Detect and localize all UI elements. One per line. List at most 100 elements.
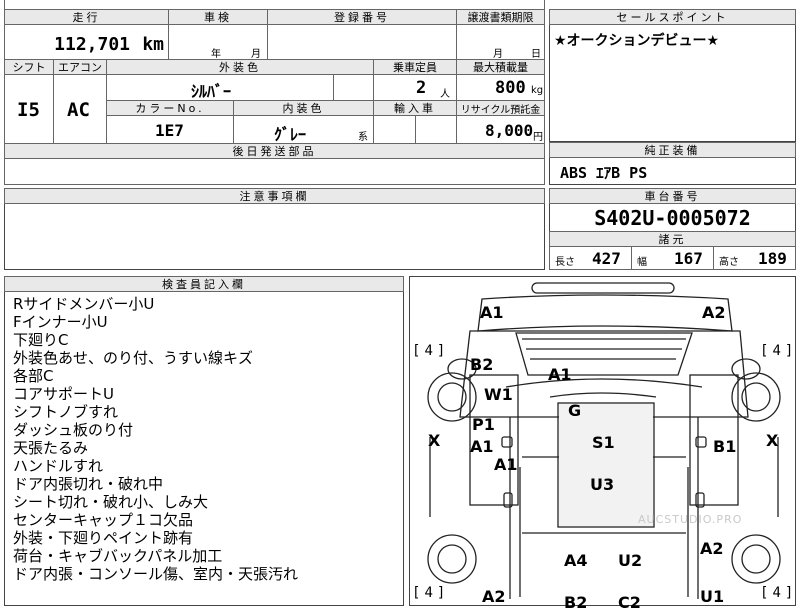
spec-header: 諸元 <box>549 231 796 247</box>
damage-a1-hood: A1 <box>548 365 572 384</box>
tire-fl-value: 4 <box>424 343 433 359</box>
inspector-line-14: 外装・下廻りペイント跡有 <box>13 529 194 547</box>
damage-c2-rear: C2 <box>618 593 641 612</box>
length-label: 長さ <box>555 257 575 268</box>
sales-point-panel: セールスポイント ★オークションデビュー★ <box>549 9 796 142</box>
damage-x-right: X <box>766 431 779 450</box>
exterior-color-value: ｼﾙﾊﾞｰ <box>191 82 232 101</box>
chassis-panel: 車台番号 S402U-0005072 諸元 長さ 427 幅 167 高さ 18… <box>549 188 796 270</box>
shift-header: シフト <box>4 59 54 75</box>
length-value: 427 <box>592 249 621 268</box>
caution-header: 注意事項欄 <box>4 188 545 204</box>
exterior-color-cell: ｼﾙﾊﾞｰ <box>106 74 334 101</box>
registration-header: 登録番号 <box>267 9 457 25</box>
tire-fl-bracket: [4] <box>412 343 446 359</box>
tire-rl-value: 4 <box>424 585 433 601</box>
damage-u3-bed: U3 <box>590 475 615 494</box>
interior-color-cell: ｸﾞﾚｰ 系 <box>233 115 374 144</box>
inspection-year-label: 年 <box>211 49 221 60</box>
inspector-line-9: 天張たるみ <box>13 439 89 457</box>
damage-b1-right-door: B1 <box>713 437 737 456</box>
watermark: AUCSTUDIO.PRO <box>638 513 743 526</box>
mileage-value: 112,701 <box>54 34 130 55</box>
height-cell: 高さ 189 <box>713 246 796 270</box>
import-cell-a <box>373 115 416 144</box>
inspection-header: 車検 <box>168 9 268 25</box>
width-cell: 幅 167 <box>631 246 714 270</box>
tire-rl-bracket: [4] <box>412 585 446 601</box>
inspector-line-13: センターキャップ１コ欠品 <box>13 511 194 529</box>
damage-w1-windshield: W1 <box>484 385 513 404</box>
interior-color-header: 内装色 <box>233 100 374 116</box>
tire-rr-bracket: [4] <box>760 585 794 601</box>
tire-rr-value: 4 <box>772 585 781 601</box>
inspector-line-10: ハンドルすれ <box>13 457 104 475</box>
interior-color-value: ｸﾞﾚｰ <box>274 125 307 144</box>
inspection-cell: 年 月 <box>168 24 268 60</box>
max-load-header: 最大積載量 <box>456 59 545 75</box>
capacity-header: 乗車定員 <box>373 59 457 75</box>
later-parts-cell <box>4 158 545 185</box>
damage-p1-left: P1 <box>472 415 495 434</box>
inspector-header: 検査員記入欄 <box>4 276 404 292</box>
width-value: 167 <box>674 249 703 268</box>
interior-color-suffix: 系 <box>358 132 368 143</box>
damage-b2-rear: B2 <box>564 593 588 612</box>
genuine-equipment-text: ABS ｴｱB PS <box>560 164 648 182</box>
sales-point-text: ★オークションデビュー★ <box>554 33 720 49</box>
inspector-line-15: 荷台・キャブバックパネル加工 <box>13 547 223 565</box>
inspector-line-3: 下廻りC <box>13 331 69 349</box>
exterior-color-extra-cell <box>333 74 374 101</box>
inspector-line-6: コアサポートU <box>13 385 114 403</box>
inspector-line-5: 各部C <box>13 367 54 385</box>
color-no-value: 1E7 <box>155 121 184 140</box>
mileage-cell: 112,701 km <box>4 24 169 60</box>
width-label: 幅 <box>637 257 647 268</box>
transfer-month-label: 月 <box>493 49 503 60</box>
capacity-cell: 2 人 <box>373 74 457 101</box>
caution-panel: 注意事項欄 <box>4 188 545 270</box>
damage-a2-front-right: A2 <box>702 303 726 322</box>
shift-cell: I5 <box>4 74 54 144</box>
capacity-value: 2 <box>416 78 427 98</box>
inspection-month-label: 月 <box>251 49 261 60</box>
exterior-color-header: 外装色 <box>106 59 374 75</box>
damage-map-panel: [4] [4] [4] [4] A1 A2 B2 A1 W1 G P1 A1 X… <box>409 276 796 612</box>
damage-a2-rear-right: A2 <box>700 539 724 558</box>
chassis-number: S402U-0005072 <box>594 206 751 230</box>
inspector-line-12: シート切れ・破れ小、しみ大 <box>13 493 209 511</box>
ac-cell: AC <box>53 74 107 144</box>
inspector-line-1: Rサイドメンバー小U <box>13 295 155 313</box>
damage-s1-roof: S1 <box>592 433 615 452</box>
recycle-cell: 8,000 円 <box>456 115 545 144</box>
shift-value: I5 <box>17 99 40 121</box>
later-parts-header: 後日発送部品 <box>4 143 545 159</box>
damage-a1-lower-left: A1 <box>494 455 518 474</box>
mileage-unit: km <box>142 34 164 55</box>
genuine-equipment-header: 純正装備 <box>549 142 796 158</box>
transfer-day-label: 日 <box>531 49 541 60</box>
registration-cell <box>267 24 457 60</box>
genuine-equipment-panel: 純正装備 ABS ｴｱB PS <box>549 142 796 185</box>
damage-u2-bed: U2 <box>618 551 643 570</box>
capacity-unit: 人 <box>440 89 450 100</box>
chassis-header: 車台番号 <box>549 188 796 204</box>
max-load-cell: 800 kg <box>456 74 545 101</box>
inspector-line-11: ドア内張切れ・破れ中 <box>13 475 164 493</box>
vehicle-info-table: 走行 車検 登録番号 譲渡書類期限 112,701 km 年 月 月 日 シフト… <box>4 0 545 185</box>
tire-fr-value: 4 <box>772 343 781 359</box>
transfer-deadline-header: 譲渡書類期限 <box>456 9 545 25</box>
damage-a1-left-door: A1 <box>470 437 494 456</box>
recycle-header: リサイクル預託金 <box>456 100 545 116</box>
damage-x-left: X <box>428 431 441 450</box>
inspector-line-2: Fインナー小U <box>13 313 108 331</box>
damage-b2-left-mirror: B2 <box>470 355 494 374</box>
color-no-cell: 1E7 <box>106 115 234 144</box>
height-label: 高さ <box>719 257 739 268</box>
transfer-cell: 月 日 <box>456 24 545 60</box>
recycle-unit: 円 <box>533 132 543 143</box>
damage-a4-bed: A4 <box>564 551 588 570</box>
damage-u1-rear: U1 <box>700 587 725 606</box>
mileage-header: 走行 <box>4 9 169 25</box>
import-header: 輸入車 <box>373 100 457 116</box>
